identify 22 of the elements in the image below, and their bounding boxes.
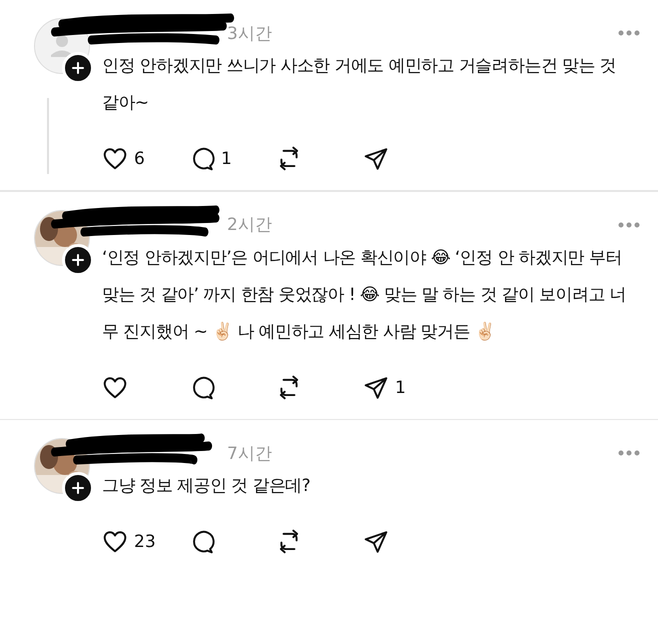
post-text: ‘인정 안하겠지만’은 어디에서 나온 확신이야 😂 ‘인정 안 하겠지만 부터 맞는 것 같아’ 까지 한참 웃었잖아 ! 😂 맞는 말 하는 것 같이 보이려고 너무 진지했어 ~ ✌🏻 나 예민하고 세심한 사람 맞거든 ✌🏻 [102,246,627,344]
plus-icon [72,254,84,266]
post-time: 2시간 [227,214,272,236]
plus-icon [72,62,84,74]
post-text: 그냥 정보 제공인 것 같은데? [102,475,312,498]
action-count: 23 [134,532,156,552]
action-count: 6 [134,149,145,169]
action-count: 1 [221,149,232,169]
paper-plane-icon[interactable] [363,529,389,555]
more-icon[interactable] [618,30,640,36]
action-count: 1 [395,378,406,398]
heart-icon[interactable] [102,146,128,172]
post-time: 7시간 [227,442,272,464]
heart-icon[interactable] [102,529,128,555]
paper-plane-icon[interactable] [363,374,389,400]
more-icon[interactable] [618,222,640,228]
plus-icon [72,482,84,494]
paper-plane-icon[interactable] [363,146,389,172]
post-time: 3시간 [227,22,272,44]
heart-icon[interactable] [102,374,128,400]
more-icon[interactable] [618,450,640,456]
post-text: 인정 안하겠지만 쓰니가 사소한 거에도 예민하고 거슬려하는건 맞는 것 같아~ [102,55,618,115]
